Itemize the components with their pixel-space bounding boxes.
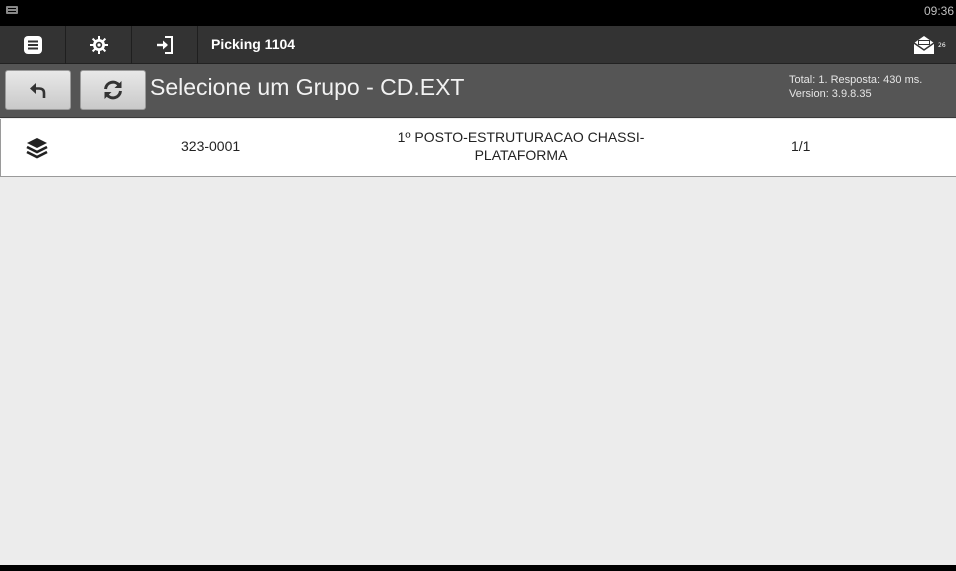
top-toolbar: Picking 1104 26 — [0, 26, 956, 64]
page-title: Selecione um Grupo - CD.EXT — [150, 74, 465, 100]
back-button[interactable] — [5, 70, 71, 110]
undo-icon — [30, 83, 46, 98]
list-icon — [23, 36, 42, 54]
sign-in-icon — [156, 36, 173, 54]
response-info-line1: Total: 1. Resposta: 430 ms. — [789, 74, 923, 86]
group-description: 1º POSTO-ESTRUTURACAO CHASSI- PLATAFORMA — [361, 128, 681, 164]
group-description-line1: 1º POSTO-ESTRUTURACAO CHASSI- — [397, 129, 645, 145]
menu-button[interactable] — [0, 26, 66, 64]
mail-icon — [913, 36, 935, 54]
status-bar: 09:36 — [0, 0, 956, 26]
group-count: 1/1 — [791, 138, 811, 154]
layers-icon — [26, 138, 48, 159]
group-description-line2: PLATAFORMA — [474, 147, 568, 163]
group-code: 323-0001 — [181, 138, 241, 154]
gear-icon — [89, 36, 108, 54]
version-info: Version: 3.9.8.35 — [789, 88, 872, 100]
sub-header: Selecione um Grupo - CD.EXT Total: 1. Re… — [0, 64, 956, 118]
response-info: Total: 1. Resposta: 430 ms. Version: 3.9… — [789, 73, 922, 101]
clock: 09:36 — [923, 4, 954, 18]
refresh-button[interactable] — [80, 70, 146, 110]
mail-badge: 26 — [938, 41, 946, 49]
settings-button[interactable] — [66, 26, 132, 64]
list-item[interactable]: 323-0001 1º POSTO-ESTRUTURACAO CHASSI- P… — [0, 119, 956, 177]
refresh-icon — [104, 80, 122, 100]
toolbar-title: Picking 1104 — [211, 36, 296, 52]
navigation-bar — [0, 565, 956, 571]
messages-button[interactable]: 26 — [912, 32, 948, 58]
login-button[interactable] — [132, 26, 198, 64]
keyboard-icon — [6, 6, 18, 14]
